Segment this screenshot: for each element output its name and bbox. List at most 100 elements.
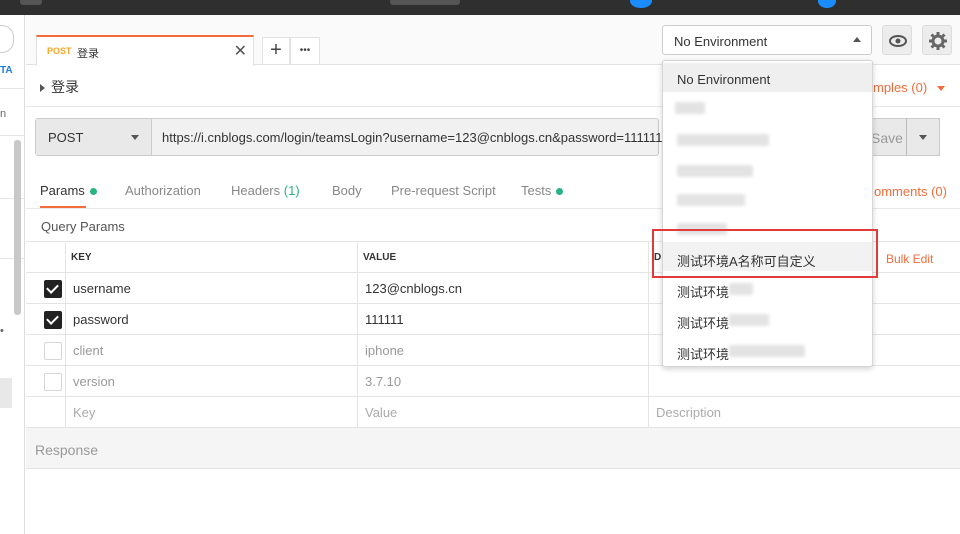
new-description-input[interactable]: Description	[656, 397, 721, 427]
tab-tests[interactable]: Tests	[521, 183, 564, 198]
examples-label: mples (0)	[873, 80, 928, 95]
sidebar-dot: •	[0, 325, 4, 337]
chevron-down-icon	[919, 135, 927, 140]
url-input[interactable]: https://i.cnblogs.com/login/teamsLogin?u…	[162, 130, 663, 145]
column-divider	[65, 242, 66, 273]
sidebar-partial-text: n	[0, 108, 7, 120]
column-header-key: KEY	[71, 252, 92, 263]
tab-authorization[interactable]: Authorization	[125, 183, 201, 198]
sidebar-scrollbar[interactable]	[14, 140, 21, 315]
tab-params-label: Params	[40, 183, 85, 198]
more-icon[interactable]: •••	[290, 37, 320, 65]
column-divider	[65, 397, 66, 428]
tab-name: 登录	[77, 48, 99, 60]
request-tab[interactable]: POST 登录 ✕	[36, 35, 254, 66]
annotation-highlight-box	[652, 229, 878, 278]
title-bar-control	[20, 0, 42, 5]
eye-icon	[889, 35, 907, 47]
redacted-text	[729, 345, 805, 357]
environment-option-label: 测试环境	[677, 316, 730, 331]
param-key[interactable]: username	[73, 273, 131, 303]
param-key[interactable]: version	[73, 366, 115, 396]
environment-option-label: No Environment	[677, 72, 771, 87]
environment-option[interactable]: 测试环境	[663, 304, 872, 333]
manage-environments-button[interactable]	[922, 25, 952, 55]
param-checkbox[interactable]	[44, 342, 62, 360]
bulk-edit-link[interactable]: Bulk Edit	[886, 252, 933, 266]
column-divider	[648, 335, 649, 366]
sidebar-selected-item[interactable]	[0, 378, 12, 408]
column-divider	[65, 304, 66, 335]
environment-option-redacted[interactable]	[663, 124, 872, 153]
column-divider	[357, 273, 358, 304]
tab-params[interactable]: Params	[40, 183, 97, 198]
param-key[interactable]: client	[73, 335, 103, 365]
close-icon[interactable]: ✕	[234, 41, 247, 61]
environment-option[interactable]: 测试环境	[663, 335, 872, 364]
status-dot-icon	[89, 188, 97, 196]
column-header-value: VALUE	[363, 252, 397, 263]
redacted-text	[677, 165, 753, 177]
comments-link[interactable]: omments (0)	[874, 184, 947, 199]
tab-body[interactable]: Body	[332, 183, 362, 198]
save-options-button[interactable]	[906, 118, 940, 156]
environment-dropdown: No Environment 测试环境A名称可自定义 测试环境 测试环境 测试环…	[662, 60, 873, 367]
param-key[interactable]: password	[73, 304, 129, 334]
param-value[interactable]: 3.7.10	[365, 366, 401, 396]
param-value[interactable]: 111111	[365, 304, 404, 334]
examples-link[interactable]: mples (0)	[873, 80, 946, 95]
tab-headers-count: (1)	[283, 183, 300, 198]
column-divider	[357, 366, 358, 397]
column-divider	[648, 397, 649, 428]
tab-strip: POST 登录 ✕ + ••• No Environment	[26, 15, 960, 66]
table-row: version 3.7.10	[26, 365, 960, 397]
sync-status-icon[interactable]	[630, 0, 652, 8]
url-bar: POST https://i.cnblogs.com/login/teamsLo…	[35, 118, 663, 156]
column-divider	[357, 304, 358, 335]
sidebar: TA n •	[0, 15, 25, 534]
tab-pre-request-script[interactable]: Pre-request Script	[391, 183, 496, 198]
title-bar-control	[390, 0, 460, 5]
environment-option[interactable]: No Environment	[663, 63, 872, 92]
title-bar	[0, 0, 960, 15]
column-divider	[357, 397, 358, 428]
column-divider	[648, 304, 649, 335]
sidebar-divider	[0, 198, 25, 199]
method-select[interactable]: POST	[36, 119, 152, 155]
param-value[interactable]: 123@cnblogs.cn	[365, 273, 462, 303]
column-divider	[65, 335, 66, 366]
gear-icon	[929, 32, 947, 50]
new-key-input[interactable]: Key	[73, 397, 95, 427]
request-title[interactable]: 登录	[40, 77, 79, 97]
sidebar-link[interactable]: TA	[0, 65, 13, 76]
column-divider	[357, 242, 358, 273]
tab-headers[interactable]: Headers (1)	[231, 183, 300, 198]
column-divider	[648, 366, 649, 397]
param-checkbox[interactable]	[44, 311, 62, 329]
redacted-text	[677, 194, 745, 206]
environment-select[interactable]: No Environment	[662, 25, 872, 55]
tab-headers-label: Headers	[231, 183, 281, 198]
new-value-input[interactable]: Value	[365, 397, 397, 427]
param-checkbox[interactable]	[44, 373, 62, 391]
param-value[interactable]: iphone	[365, 335, 404, 365]
environment-option-label: 测试环境	[677, 347, 730, 362]
sidebar-divider	[0, 258, 25, 259]
user-status-icon[interactable]	[818, 0, 836, 8]
environment-option-redacted[interactable]	[663, 184, 872, 213]
environment-option-redacted[interactable]	[663, 93, 872, 122]
redacted-text	[729, 283, 753, 295]
tab-tests-label: Tests	[521, 183, 552, 198]
environment-quick-look-button[interactable]	[882, 25, 912, 55]
param-checkbox[interactable]	[44, 280, 62, 298]
chevron-down-icon	[131, 135, 139, 140]
sidebar-search-bubble[interactable]	[0, 25, 14, 53]
column-divider	[648, 273, 649, 304]
status-dot-icon	[556, 188, 564, 196]
environment-option-redacted[interactable]	[663, 155, 872, 184]
method-select-value: POST	[48, 130, 84, 145]
tab-method: POST	[47, 46, 72, 56]
column-divider	[65, 273, 66, 304]
add-tab-button[interactable]: +	[262, 37, 290, 65]
chevron-up-icon	[853, 37, 861, 42]
